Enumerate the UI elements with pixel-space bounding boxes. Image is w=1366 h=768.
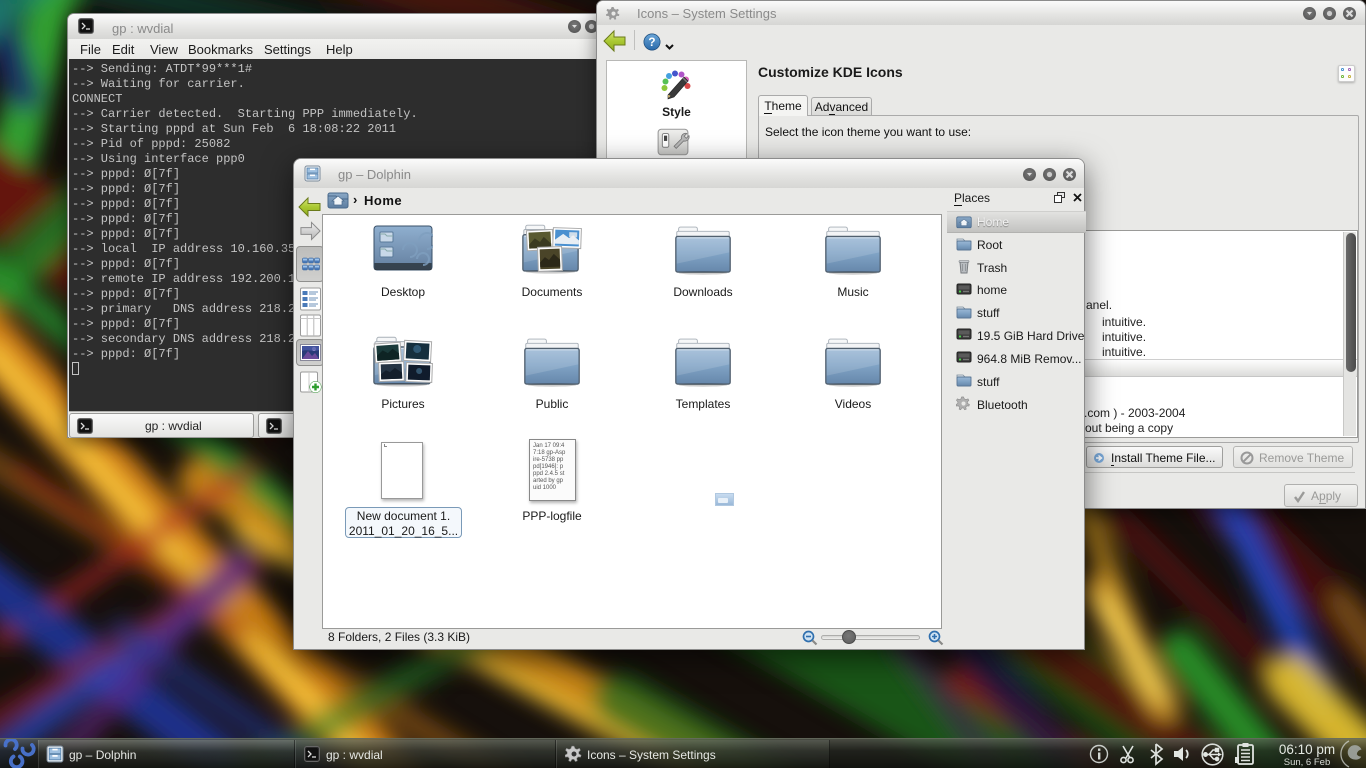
svg-text:?: ? bbox=[648, 36, 655, 49]
